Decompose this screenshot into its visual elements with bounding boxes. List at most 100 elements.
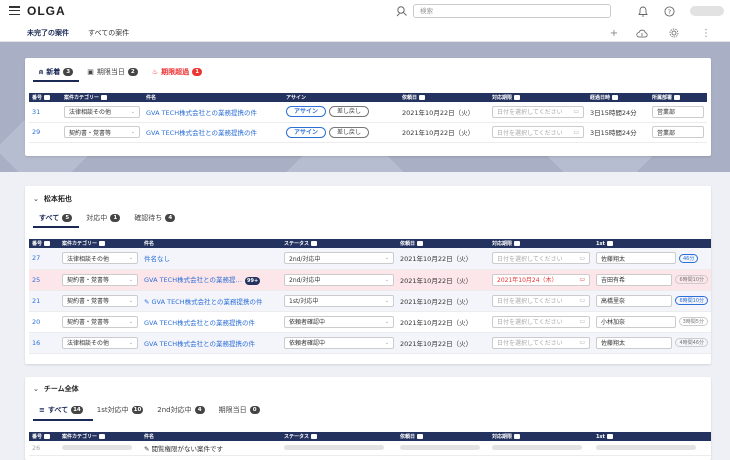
tab-2nd[interactable]: 2nd対応中 4 bbox=[157, 405, 205, 415]
deadline-picker[interactable]: 日付を選択してください ▭ bbox=[492, 315, 590, 328]
priority-cases-table: 番号 案件カテゴリー 件名 アサイン 依頼日 対応期限 経過日時 所属部署 31… bbox=[29, 93, 707, 143]
elapsed-pill: 46分 bbox=[679, 253, 699, 263]
tab-overdue[interactable]: ♨ 期限超過 1 bbox=[152, 67, 203, 77]
tab-all[interactable]: ≡ すべて 14 bbox=[39, 405, 83, 415]
cloud-upload-icon[interactable] bbox=[636, 27, 648, 39]
lock-icon: ✎ bbox=[144, 444, 152, 453]
dept-select[interactable]: 営業部 bbox=[652, 105, 704, 118]
tab-all-cases[interactable]: すべての案件 bbox=[88, 28, 129, 38]
category-select[interactable]: 法律相談その他 ⌄ bbox=[62, 336, 138, 349]
chevron-down-icon: ⌄ bbox=[33, 385, 39, 393]
assignee-select[interactable]: 高橋里奈 bbox=[596, 294, 673, 307]
table-row[interactable]: 31 法律相談その他 ⌄ GVA TECH株式会社との業務提携の件 アサイン 差し戻… bbox=[29, 102, 707, 123]
calendar-icon: ▭ bbox=[579, 254, 585, 262]
elapsed-pill: 6時間10分 bbox=[675, 296, 708, 305]
table-row[interactable]: 16 法律相談その他 ⌄ GVA TECH株式会社との業務提携の件 依頼者確認中 ⌄… bbox=[29, 332, 711, 354]
team-cases-table: 番号 案件カテゴリー 件名 ステータス 依頼日 対応期限 1st 26 ✎ 閲覧… bbox=[29, 432, 711, 456]
view-tabs-bar: 未完了の案件 すべての案件 + ⋮ bbox=[0, 22, 730, 63]
deadline-picker[interactable]: 日付を選択してください ▭ bbox=[492, 252, 590, 265]
deadline-picker[interactable]: 日付を選択してください ▭ bbox=[492, 336, 590, 349]
team-cases-card: ⌄ チーム全体 ≡ すべて 14 1st対応中 10 2nd対応中 4 期限当日 0 番号 … bbox=[25, 377, 711, 460]
add-icon[interactable]: + bbox=[608, 27, 620, 39]
user-cases-table: 番号 案件カテゴリー 件名 ステータス 依頼日 対応期限 1st 27 法律相談… bbox=[29, 239, 711, 354]
deadline-picker[interactable]: 日付を選択してください ▭ bbox=[492, 105, 584, 118]
wrench-icon: ✎ bbox=[144, 297, 152, 306]
priority-tabs: ⍝ 新着 3 ▣ 期限当日 2 ♨ 期限超過 1 bbox=[39, 67, 216, 77]
tab-in-progress[interactable]: 対応中 1 bbox=[86, 213, 121, 223]
status-select[interactable]: 依頼者確認中 ⌄ bbox=[284, 336, 394, 349]
assign-button[interactable]: アサイン bbox=[286, 106, 327, 118]
assignee-select[interactable]: 吉田有希 bbox=[596, 273, 673, 286]
bell-icon[interactable] bbox=[637, 5, 649, 17]
calendar-icon: ▭ bbox=[579, 297, 585, 304]
active-tab-indicator bbox=[33, 419, 93, 421]
table-row[interactable]: 27 法律相談その他 ⌄ 件名なし 2nd/対応中 ⌄ 2021年10月22日（火）… bbox=[29, 248, 711, 270]
elapsed-pill: 4時間46分 bbox=[675, 338, 708, 347]
team-status-tabs: ≡ すべて 14 1st対応中 10 2nd対応中 4 期限当日 0 bbox=[39, 405, 274, 415]
tab-due-today[interactable]: 期限当日 0 bbox=[219, 405, 260, 415]
deadline-picker[interactable]: 日付を選択してください ▭ bbox=[492, 126, 584, 138]
active-tab-indicator bbox=[33, 226, 79, 228]
status-select[interactable]: 2nd/対応中 ⌄ bbox=[284, 273, 394, 286]
dept-select[interactable]: 営業部 bbox=[652, 126, 704, 138]
elapsed-pill: 3時間5分 bbox=[678, 317, 708, 326]
status-select[interactable]: 1st/対応中 ⌄ bbox=[284, 294, 394, 307]
status-select[interactable]: 2nd/対応中 ⌄ bbox=[284, 252, 394, 265]
logo: OLGA bbox=[27, 4, 66, 18]
bell-icon: ⍝ bbox=[39, 67, 44, 76]
table-header: 番号 案件カテゴリー 件名 アサイン 依頼日 対応期限 経過日時 所属部署 bbox=[29, 93, 707, 102]
category-select[interactable]: 法律相談その他 ⌄ bbox=[64, 105, 140, 118]
category-select[interactable]: 法律相談その他 ⌄ bbox=[62, 252, 138, 265]
section-header[interactable]: ⌄ 松本拓也 bbox=[33, 194, 72, 204]
table-row: 26 ✎ 閲覧権限がない案件です bbox=[29, 441, 711, 456]
search-input[interactable]: 検索 bbox=[413, 4, 611, 18]
calendar-icon: ▭ bbox=[579, 339, 585, 346]
calendar-icon: ▣ bbox=[87, 68, 94, 76]
send-back-button[interactable]: 差し戻し bbox=[329, 126, 370, 138]
user-cases-card: ⌄ 松本拓也 すべて 5 対応中 1 確認待ち 4 番号 案件カテゴリー 件名 ステータ… bbox=[25, 186, 711, 364]
top-bar: OLGA 検索 ? bbox=[0, 0, 730, 22]
tab-incomplete[interactable]: 未完了の案件 bbox=[27, 28, 69, 38]
deadline-picker[interactable]: 2021年10月24（木） ▭ bbox=[492, 273, 590, 286]
send-back-button[interactable]: 差し戻し bbox=[329, 106, 370, 118]
tab-new[interactable]: ⍝ 新着 3 bbox=[39, 67, 74, 77]
table-row[interactable]: 20 契約書・覚書等 ⌄ GVA TECH株式会社との業務提携の件 依頼者確認中 ⌄… bbox=[29, 311, 711, 333]
tab-due-today[interactable]: ▣ 期限当日 2 bbox=[87, 67, 138, 77]
section-header[interactable]: ⌄ チーム全体 bbox=[33, 384, 79, 394]
svg-text:?: ? bbox=[667, 7, 670, 15]
calendar-icon: ▭ bbox=[573, 128, 579, 136]
help-icon[interactable]: ? bbox=[663, 5, 675, 17]
more-icon[interactable]: ⋮ bbox=[700, 27, 712, 39]
calendar-icon: ▭ bbox=[573, 108, 579, 116]
status-select[interactable]: 依頼者確認中 ⌄ bbox=[284, 315, 394, 328]
search-filter-icon[interactable] bbox=[396, 5, 408, 17]
table-header: 番号 案件カテゴリー 件名 ステータス 依頼日 対応期限 1st bbox=[29, 432, 711, 441]
calendar-icon: ▭ bbox=[579, 276, 585, 283]
category-select[interactable]: 契約書・覚書等 ⌄ bbox=[64, 126, 140, 138]
table-row[interactable]: 25 契約書・覚書等 ⌄ GVA TECH株式会社との業務提… 99+ 2nd/対応… bbox=[29, 269, 711, 291]
assignee-select[interactable]: 佐藤翔太 bbox=[596, 252, 676, 265]
category-select[interactable]: 契約書・覚書等 ⌄ bbox=[62, 294, 138, 307]
list-icon: ≡ bbox=[39, 406, 45, 414]
priority-cases-card: ⍝ 新着 3 ▣ 期限当日 2 ♨ 期限超過 1 番号 案件カテゴリー 件名 アサイン 依頼… bbox=[25, 58, 711, 156]
category-select[interactable]: 契約書・覚書等 ⌄ bbox=[62, 315, 138, 328]
menu-icon[interactable] bbox=[9, 6, 20, 15]
table-row[interactable]: 29 契約書・覚書等 ⌄ GVA TECH株式会社との業務提携の件 アサイン 差し戻… bbox=[29, 122, 707, 143]
active-tab-indicator bbox=[33, 80, 79, 82]
category-select[interactable]: 契約書・覚書等 ⌄ bbox=[62, 273, 138, 286]
tab-awaiting[interactable]: 確認待ち 4 bbox=[134, 213, 176, 223]
chevron-down-icon: ⌄ bbox=[33, 195, 39, 203]
avatar[interactable] bbox=[690, 6, 724, 16]
table-header: 番号 案件カテゴリー 件名 ステータス 依頼日 対応期限 1st bbox=[29, 239, 711, 248]
gear-icon[interactable] bbox=[668, 27, 680, 39]
assignee-select[interactable]: 小林加奈 bbox=[596, 315, 676, 328]
assign-button[interactable]: アサイン bbox=[286, 126, 327, 138]
table-row[interactable]: 21 契約書・覚書等 ⌄ ✎ GVA TECH株式会社との業務提携の件 1st/対… bbox=[29, 290, 711, 312]
comment-count-badge: 99+ bbox=[245, 277, 261, 285]
elapsed-pill: 6時間10分 bbox=[675, 275, 708, 284]
calendar-icon: ▭ bbox=[579, 318, 585, 325]
deadline-picker[interactable]: 日付を選択してください ▭ bbox=[492, 294, 590, 307]
tab-all[interactable]: すべて 5 bbox=[39, 213, 73, 223]
assignee-select[interactable]: 佐藤翔太 bbox=[596, 336, 673, 349]
tab-1st[interactable]: 1st対応中 10 bbox=[97, 405, 144, 415]
